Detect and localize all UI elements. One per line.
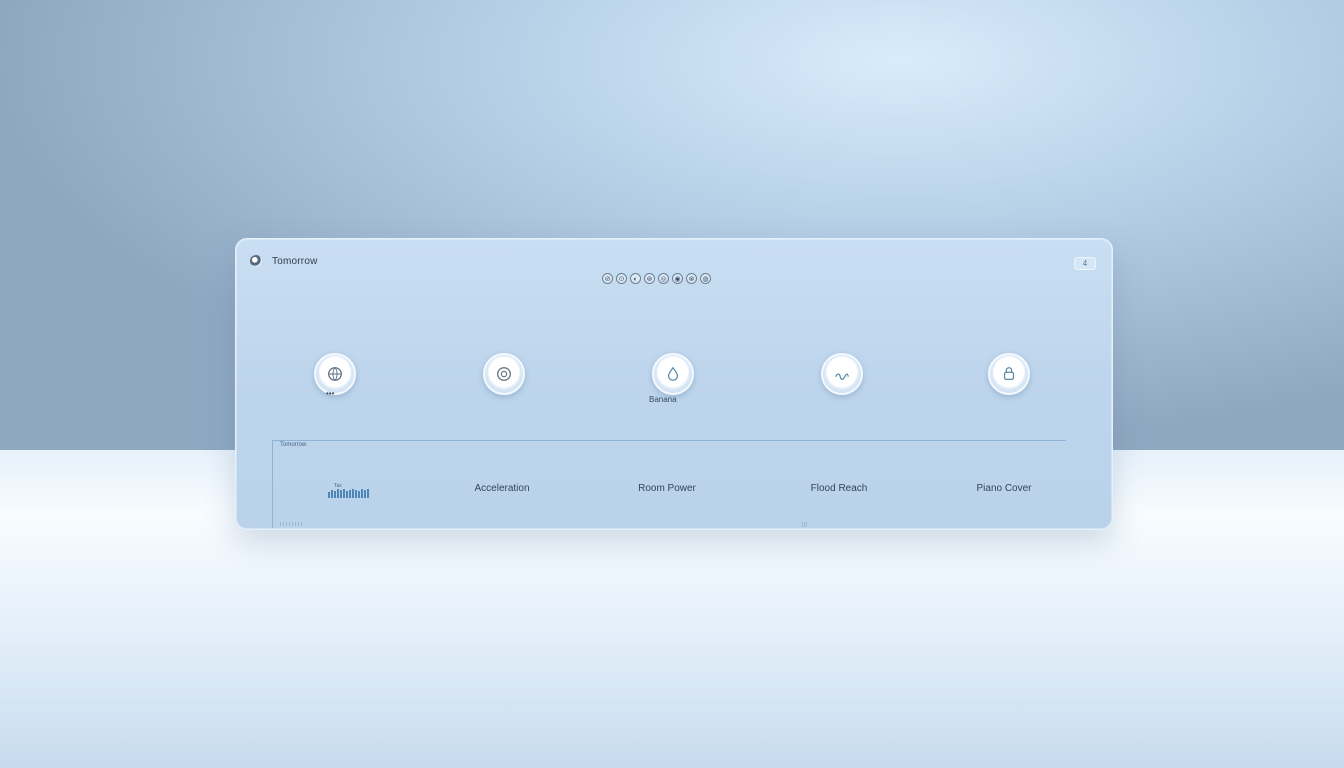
section-divider xyxy=(272,440,1066,441)
mini-bar xyxy=(346,491,348,498)
mini-bar xyxy=(358,491,360,498)
mini-bar xyxy=(340,490,342,498)
tick-mark xyxy=(298,522,299,526)
column-label[interactable]: Room Power xyxy=(638,483,696,494)
mini-bar xyxy=(361,489,363,498)
toolbar-tool-icon[interactable]: ⊗ xyxy=(686,273,697,284)
mini-bar xyxy=(364,490,366,498)
tick-mark xyxy=(804,522,805,527)
tick-mark xyxy=(280,522,281,526)
toolbar-tool-icon[interactable]: ⊛ xyxy=(644,273,655,284)
tick-mark xyxy=(806,522,807,527)
corner-action-button[interactable]: 4 xyxy=(1074,257,1096,270)
tick-marks xyxy=(280,522,302,526)
toolbar-tool-icon[interactable]: ◉ xyxy=(672,273,683,284)
lock-icon[interactable] xyxy=(988,353,1030,395)
tick-mark xyxy=(802,522,803,527)
toolbar-tool-icon[interactable]: ◎ xyxy=(658,273,669,284)
drop-icon[interactable] xyxy=(652,353,694,395)
tick-mark xyxy=(292,522,293,526)
mini-bar xyxy=(349,490,351,498)
tick-mark xyxy=(295,522,296,526)
window-title: Tomorrow xyxy=(272,255,318,267)
tick-mark xyxy=(301,522,302,526)
mini-bar xyxy=(331,490,333,498)
target-icon[interactable] xyxy=(483,353,525,395)
mini-bar xyxy=(355,490,357,498)
column-label[interactable]: Piano Cover xyxy=(976,483,1031,494)
toolbar: ⊘ ⊙ ◐ ⊛ ◎ ◉ ⊗ ◍ xyxy=(602,273,711,284)
mini-bar xyxy=(352,489,354,498)
mini-bar-chart xyxy=(328,489,369,498)
section-vertical-divider xyxy=(272,440,273,528)
column-label[interactable]: Acceleration xyxy=(474,483,529,494)
mini-bar xyxy=(367,489,369,498)
tick-mark xyxy=(286,522,287,526)
icon-caption: Banana xyxy=(649,395,677,404)
section-label: Tomorrow xyxy=(280,442,307,448)
app-window: Tomorrow ⊘ ⊙ ◐ ⊛ ◎ ◉ ⊗ ◍ 4 ••• Banana To… xyxy=(235,238,1113,530)
tick-mark xyxy=(283,522,284,526)
toolbar-tool-icon[interactable]: ⊘ xyxy=(602,273,613,284)
app-logo-icon xyxy=(250,255,262,267)
toolbar-tool-icon[interactable]: ◍ xyxy=(700,273,711,284)
mini-bar xyxy=(337,489,339,498)
tick-mark xyxy=(289,522,290,526)
mini-bar xyxy=(334,491,336,498)
toolbar-tool-icon[interactable]: ⊙ xyxy=(616,273,627,284)
wave-icon[interactable] xyxy=(821,353,863,395)
globe-icon[interactable] xyxy=(314,353,356,395)
icon-row: ••• Banana xyxy=(236,353,1112,413)
mini-bar xyxy=(328,492,330,498)
title-bar: Tomorrow xyxy=(250,255,318,267)
column-label[interactable]: Flood Reach xyxy=(811,483,868,494)
mini-bar xyxy=(343,489,345,498)
scene: Tomorrow ⊘ ⊙ ◐ ⊛ ◎ ◉ ⊗ ◍ 4 ••• Banana To… xyxy=(0,0,1344,768)
toolbar-tool-icon[interactable]: ◐ xyxy=(630,273,641,284)
icon-caption: ••• xyxy=(326,389,335,398)
